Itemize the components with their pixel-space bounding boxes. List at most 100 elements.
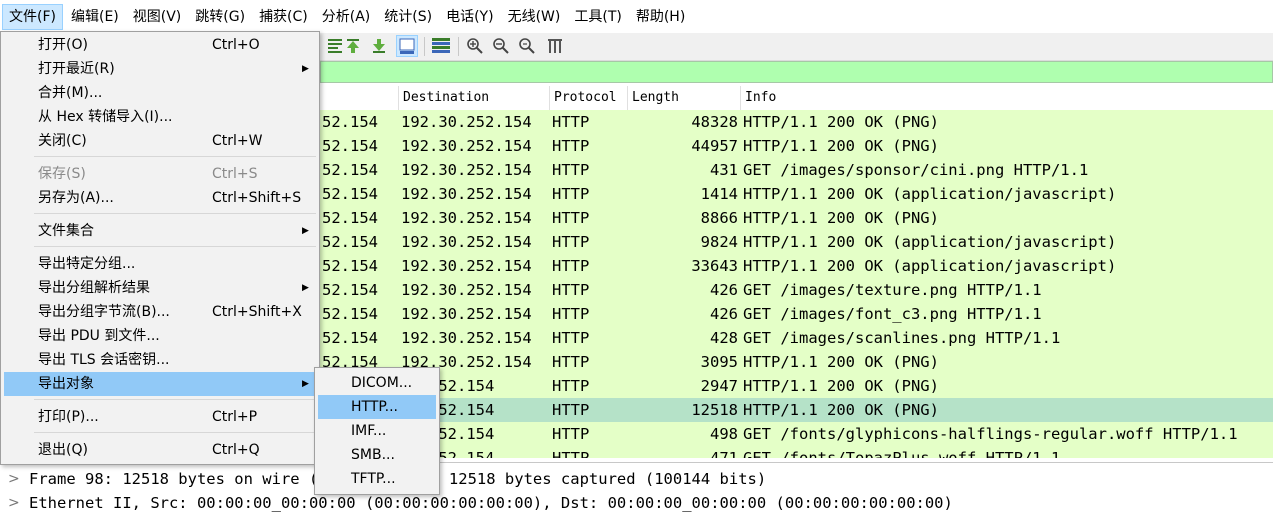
menu-item-label: 打印(P)...: [38, 409, 99, 425]
file-menu-item[interactable]: 退出(Q) Ctrl+Q: [4, 438, 316, 462]
export-object-item[interactable]: IMF...: [318, 419, 436, 443]
menu-item-4[interactable]: 捕获(C): [253, 4, 314, 30]
file-menu-item[interactable]: 导出对象 ▶: [4, 372, 316, 396]
column-header-source[interactable]: [320, 86, 398, 110]
go-last-arrow-icon[interactable]: [368, 35, 390, 57]
packet-length: 33643: [691, 257, 738, 275]
menu-item-8[interactable]: 无线(W): [502, 4, 567, 30]
packet-protocol: HTTP: [552, 161, 590, 179]
expand-arrow-icon[interactable]: >: [8, 491, 20, 515]
file-menu-item[interactable]: 导出 PDU 到文件...: [4, 324, 316, 348]
packet-protocol: HTTP: [552, 425, 590, 443]
menu-item-label: DICOM...: [351, 375, 413, 391]
file-menu-item[interactable]: 导出 TLS 会话密钥...: [4, 348, 316, 372]
file-menu-item[interactable]: 导出特定分组...: [4, 252, 316, 276]
zoom-normal-icon[interactable]: [516, 35, 538, 57]
menu-item-9[interactable]: 工具(T): [568, 4, 627, 30]
menu-item-6[interactable]: 统计(S): [378, 4, 438, 30]
packet-info: GET /images/sponsor/cini.png HTTP/1.1: [743, 161, 1089, 179]
file-menu-item[interactable]: 关闭(C) Ctrl+W: [4, 129, 316, 153]
file-menu-item[interactable]: 打开(O) Ctrl+O: [4, 33, 316, 57]
packet-length: 2947: [700, 377, 738, 395]
packet-info: HTTP/1.1 200 OK (application/javascript): [743, 257, 1117, 275]
menu-item-0[interactable]: 文件(F): [2, 3, 63, 30]
menu-item-label: 另存为(A)...: [38, 190, 114, 206]
expand-arrow-icon[interactable]: >: [8, 467, 20, 491]
menu-item-7[interactable]: 电话(Y): [440, 4, 499, 30]
export-object-item[interactable]: TFTP...: [318, 467, 436, 491]
menu-item-shortcut: Ctrl+Shift+S: [212, 190, 302, 206]
file-menu-item[interactable]: 打开最近(R) ▶: [4, 57, 316, 81]
packet-info: HTTP/1.1 200 OK (application/javascript): [743, 233, 1117, 251]
menu-item-label: 导出对象: [38, 376, 94, 392]
column-header-destination[interactable]: Destination: [398, 86, 549, 110]
packet-protocol: HTTP: [552, 377, 590, 395]
packet-info: HTTP/1.1 200 OK (PNG): [743, 353, 939, 371]
packet-protocol: HTTP: [552, 185, 590, 203]
file-menu-item[interactable]: 文件集合 ▶: [4, 219, 316, 243]
file-menu-item[interactable]: 另存为(A)... Ctrl+Shift+S: [4, 186, 316, 210]
file-menu-item: 保存(S) Ctrl+S: [4, 162, 316, 186]
packet-source: 52.154: [322, 113, 378, 131]
zoom-out-icon[interactable]: [490, 35, 512, 57]
packet-info: GET /images/texture.png HTTP/1.1: [743, 281, 1042, 299]
menu-item-shortcut: Ctrl+Shift+X: [212, 304, 302, 320]
packet-source: 52.154: [322, 329, 378, 347]
packet-info: HTTP/1.1 200 OK (PNG): [743, 113, 939, 131]
display-filter-input[interactable]: [320, 61, 1273, 83]
menu-item-label: 导出分组解析结果: [38, 280, 150, 296]
menu-item-shortcut: Ctrl+P: [212, 409, 258, 425]
file-menu-item[interactable]: 从 Hex 转储导入(I)...: [4, 105, 316, 129]
export-object-item[interactable]: HTTP...: [318, 395, 436, 419]
packet-length: 426: [710, 281, 738, 299]
menu-item-10[interactable]: 帮助(H): [630, 4, 691, 30]
menu-item-label: 导出分组字节流(B)...: [38, 304, 170, 320]
menu-item-2[interactable]: 视图(V): [127, 4, 188, 30]
menu-separator: [34, 213, 316, 214]
menu-item-shortcut: Ctrl+Q: [212, 442, 260, 458]
menu-bar: 文件(F) 编辑(E) 视图(V) 跳转(G) 捕获(C) 分析(A) 统计(S) 电话(Y)…: [0, 0, 1273, 33]
menu-item-5[interactable]: 分析(A): [316, 4, 377, 30]
menu-separator: [34, 246, 316, 247]
zoom-in-icon[interactable]: [464, 35, 486, 57]
packet-source: 52.154: [322, 281, 378, 299]
menu-item-shortcut: Ctrl+O: [212, 37, 260, 53]
packet-info: HTTP/1.1 200 OK (PNG): [743, 377, 939, 395]
go-first-arrow-icon[interactable]: [342, 35, 364, 57]
menu-item-shortcut: Ctrl+W: [212, 133, 263, 149]
packet-source: 52.154: [322, 233, 378, 251]
packet-protocol: HTTP: [552, 257, 590, 275]
packet-source: 52.154: [322, 161, 378, 179]
menu-item-label: 打开(O): [38, 37, 88, 53]
file-menu-item[interactable]: 导出分组解析结果 ▶: [4, 276, 316, 300]
packet-destination: 192.30.252.154: [401, 281, 532, 299]
packet-destination: 192.30.252.154: [401, 209, 532, 227]
menu-item-3[interactable]: 跳转(G): [189, 4, 251, 30]
export-object-item[interactable]: SMB...: [318, 443, 436, 467]
column-header-info[interactable]: Info: [740, 86, 1273, 110]
file-menu-item[interactable]: 导出分组字节流(B)... Ctrl+Shift+X: [4, 300, 316, 324]
export-object-item[interactable]: DICOM...: [318, 371, 436, 395]
packet-protocol: HTTP: [552, 329, 590, 347]
menu-separator: [34, 399, 316, 400]
menu-item-1[interactable]: 编辑(E): [65, 4, 125, 30]
packet-protocol: HTTP: [552, 305, 590, 323]
colorize-icon[interactable]: [430, 35, 452, 57]
packet-protocol: HTTP: [552, 281, 590, 299]
file-menu-item[interactable]: 打印(P)... Ctrl+P: [4, 405, 316, 429]
menu-item-label: 合并(M)...: [38, 85, 103, 101]
menu-item-label: TFTP...: [351, 471, 396, 487]
submenu-arrow-icon: ▶: [302, 283, 309, 293]
submenu-arrow-icon: ▶: [302, 64, 309, 74]
auto-scroll-icon[interactable]: [396, 35, 418, 57]
packet-protocol: HTTP: [552, 401, 590, 419]
menu-item-label: 关闭(C): [38, 133, 87, 149]
resize-columns-icon[interactable]: [544, 35, 566, 57]
packet-info: HTTP/1.1 200 OK (PNG): [743, 137, 939, 155]
packet-details-pane: >Frame 98: 12518 bytes on wire (100144 b…: [0, 462, 1273, 512]
packet-length: 431: [710, 161, 738, 179]
packet-length: 471: [710, 449, 738, 458]
column-header-length[interactable]: Length: [627, 86, 740, 110]
file-menu-item[interactable]: 合并(M)...: [4, 81, 316, 105]
column-header-protocol[interactable]: Protocol: [549, 86, 627, 110]
